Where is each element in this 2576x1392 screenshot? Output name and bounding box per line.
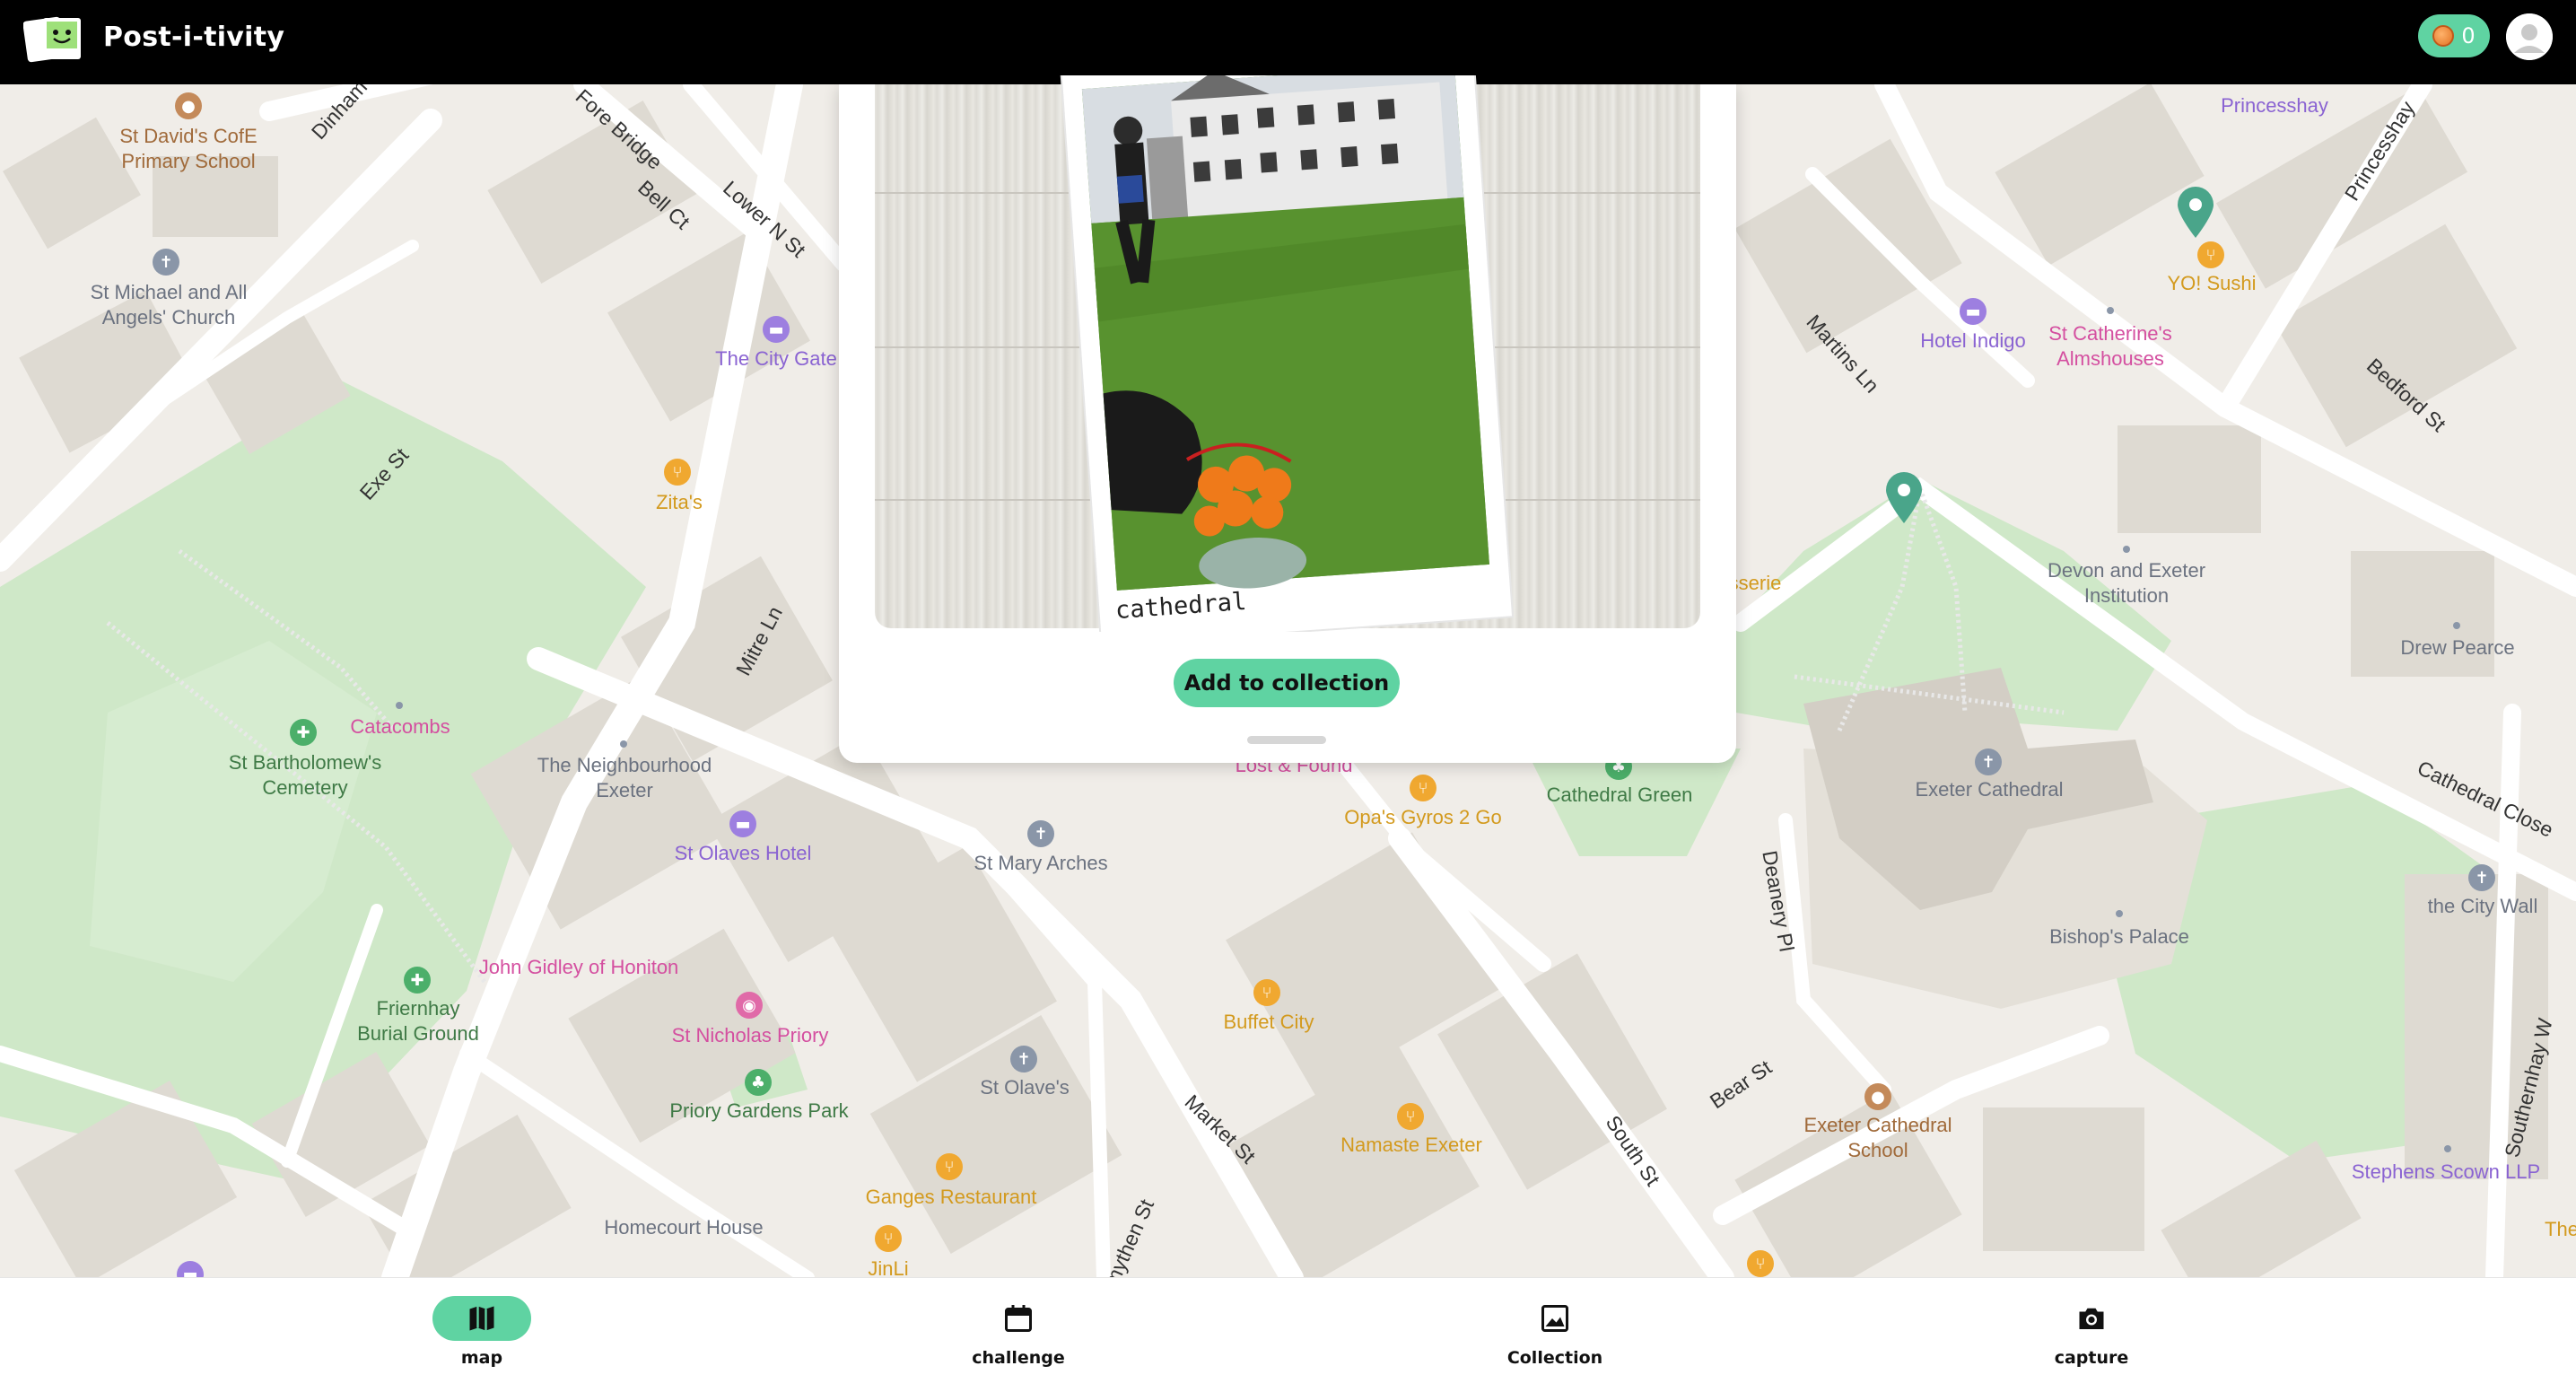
restaurant-icon[interactable]: ⑂	[936, 1153, 963, 1180]
photo-popup-card: cathedral Add to collection	[839, 75, 1736, 763]
map-label-ganges: Ganges Restaurant	[865, 1186, 1037, 1208]
map-label-priory-gardens: Priory Gardens Park	[669, 1099, 849, 1122]
map-label-st-michael: St Michael and All Angels' Church	[90, 281, 248, 328]
nav-item-collection[interactable]: Collection	[1465, 1296, 1645, 1368]
nav-label-capture: capture	[2054, 1348, 2129, 1368]
restaurant-icon[interactable]: ⑂	[875, 1225, 902, 1252]
church-icon[interactable]: ✝	[153, 249, 179, 276]
map-icon	[432, 1296, 531, 1341]
map-label-devon-exeter: Devon and Exeter Institution	[2047, 559, 2206, 607]
map-label-serie: sserie	[1728, 572, 1782, 594]
church-icon[interactable]: ✝	[1975, 749, 2002, 775]
map-label-st-mary-arches: St Mary Arches	[974, 852, 1108, 874]
polaroid-photo[interactable]	[1054, 75, 1521, 632]
camera-icon	[2042, 1296, 2141, 1341]
map-label-st-davids: St David's CofE Primary School	[119, 125, 258, 172]
school-icon[interactable]: ●	[175, 92, 202, 119]
app-title: Post-i-tivity	[103, 22, 285, 53]
burial-ground-icon[interactable]: ✚	[404, 967, 431, 994]
location-pin-icon[interactable]	[1884, 472, 1924, 528]
map-label-st-catherines: St Catherine's Almshouses	[2048, 322, 2172, 370]
almshouses-marker[interactable]	[2107, 307, 2114, 314]
cemetery-icon[interactable]: ✚	[290, 719, 317, 746]
map-label-john-gidley: John Gidley of Honiton	[478, 956, 679, 978]
top-bar: Post-i-tivity 0	[0, 0, 2576, 84]
drew-pearce-marker[interactable]	[2453, 622, 2460, 629]
museum-icon[interactable]: ◉	[736, 992, 763, 1019]
map-label-st-olaves-hotel: St Olaves Hotel	[674, 842, 812, 864]
coin-icon	[2432, 25, 2455, 47]
map-label-homecourt: Homecourt House	[604, 1216, 764, 1239]
bishops-palace-marker[interactable]	[2116, 910, 2123, 917]
map-label-hotel-indigo: Hotel Indigo	[1920, 329, 2026, 352]
user-avatar[interactable]	[2506, 13, 2553, 60]
restaurant-icon[interactable]: ⑂	[664, 459, 691, 486]
church-icon[interactable]: ✝	[1027, 820, 1054, 847]
map-label-buffet-city: Buffet City	[1223, 1011, 1314, 1033]
institution-marker[interactable]	[2123, 546, 2130, 553]
neighbourhood-marker[interactable]	[620, 740, 627, 748]
map-label-neighbourhood: The Neighbourhood Exeter	[537, 754, 712, 801]
map-label-bishops-palace: Bishop's Palace	[2049, 925, 2189, 948]
restaurant-icon[interactable]: ⑂	[1410, 775, 1436, 801]
map-label-st-bartholomews: St Bartholomew's Cemetery	[228, 751, 382, 799]
monument-icon[interactable]: ✝	[2468, 864, 2495, 891]
map-label-cathedral-green: Cathedral Green	[1546, 784, 1693, 806]
map-label-yo-sushi: YO! Sushi	[2167, 272, 2257, 294]
image-icon	[1506, 1296, 1604, 1341]
drag-handle[interactable]	[1247, 736, 1326, 744]
map-label-jinli: JinLi	[868, 1257, 909, 1278]
map-label-st-nicholas: St Nicholas Priory	[671, 1024, 829, 1046]
add-to-collection-button[interactable]: Add to collection	[1174, 659, 1400, 707]
map-label-opas: Opa's Gyros 2 Go	[1344, 806, 1502, 828]
map-label-city-wall: the City Wall	[2427, 895, 2538, 917]
hotel-icon[interactable]: ▬	[763, 316, 790, 343]
hotel-icon[interactable]: ▬	[729, 810, 756, 837]
office-marker[interactable]	[2444, 1145, 2451, 1152]
map-label-catacombs: Catacombs	[350, 715, 450, 738]
map-label-namaste: Namaste Exeter	[1340, 1134, 1482, 1156]
nav-label-map: map	[460, 1348, 503, 1368]
restaurant-icon[interactable]: ⑂	[1747, 1250, 1774, 1277]
map-label-exeter-cathedral: Exeter Cathedral	[1915, 778, 2064, 801]
nav-label-challenge: challenge	[972, 1348, 1065, 1368]
map-label-drew-pearce: Drew Pearce	[2400, 636, 2515, 659]
bottom-navigation: map challenge Collection capture	[0, 1278, 2576, 1392]
restaurant-icon[interactable]: ⑂	[1397, 1103, 1424, 1130]
map-label-city-gate: The City Gate	[715, 347, 837, 370]
restaurant-icon[interactable]: ⑂	[2197, 241, 2224, 268]
coin-balance-badge[interactable]: 0	[2418, 14, 2490, 57]
coin-count: 0	[2461, 23, 2476, 48]
map-label-zitas: Zita's	[656, 491, 703, 513]
nav-item-map[interactable]: map	[392, 1296, 572, 1368]
hotel-icon[interactable]: ▬	[1960, 298, 1987, 325]
school-icon[interactable]: ●	[1864, 1083, 1891, 1110]
map-label-st-olaves: St Olave's	[980, 1076, 1070, 1099]
calendar-icon	[969, 1296, 1068, 1341]
nav-item-challenge[interactable]: challenge	[929, 1296, 1108, 1368]
map-label-the: The	[2545, 1218, 2576, 1240]
catacombs-marker[interactable]	[396, 702, 403, 709]
nav-label-collection: Collection	[1506, 1348, 1603, 1368]
restaurant-icon[interactable]: ⑂	[1253, 979, 1280, 1006]
church-icon[interactable]: ✝	[1010, 1046, 1037, 1072]
map-label-princesshay: Princesshay	[2221, 94, 2328, 117]
park-icon[interactable]: ♣	[745, 1069, 772, 1096]
nav-item-capture[interactable]: capture	[2002, 1296, 2181, 1368]
app-logo-icon[interactable]	[22, 16, 84, 63]
location-pin-icon[interactable]	[2176, 187, 2215, 242]
map-label-cathedral-school: Exeter Cathedral School	[1803, 1114, 1952, 1161]
map-label-friernhay: Friernhay Burial Ground	[357, 997, 479, 1045]
map-label-stephens-scown: Stephens Scown LLP	[2351, 1160, 2541, 1183]
